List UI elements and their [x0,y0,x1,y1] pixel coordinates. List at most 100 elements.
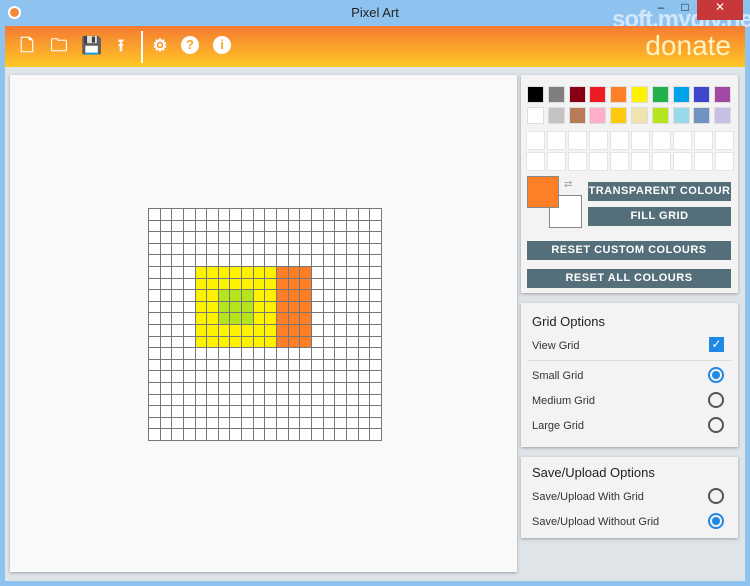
pixel-cell[interactable] [172,278,184,291]
foreground-colour-swatch[interactable] [527,176,559,208]
pixel-cell[interactable] [277,382,289,395]
save-with-grid-option[interactable]: Save/Upload With Grid [532,488,726,504]
pixel-grid[interactable] [148,208,382,441]
pixel-cell[interactable] [300,371,312,383]
pixel-cell[interactable] [160,336,173,349]
pixel-cell[interactable] [288,324,301,337]
pixel-cell[interactable] [230,232,243,244]
pixel-cell[interactable] [265,382,278,395]
pixel-cell[interactable] [253,324,266,337]
pixel-cell[interactable] [311,406,324,418]
pixel-cell[interactable] [335,301,347,314]
pixel-cell[interactable] [172,348,184,360]
pixel-cell[interactable] [335,336,347,349]
pixel-cell[interactable] [149,313,161,325]
pixel-cell[interactable] [172,371,184,383]
pixel-cell[interactable] [358,417,371,430]
colour-swatch[interactable] [610,107,628,124]
pixel-cell[interactable] [300,394,312,407]
pixel-cell[interactable] [288,382,301,395]
pixel-cell[interactable] [218,255,231,267]
pixel-cell[interactable] [183,394,196,407]
pixel-cell[interactable] [323,232,336,244]
pixel-cell[interactable] [230,371,243,383]
pixel-cell[interactable] [172,406,184,418]
pixel-cell[interactable] [230,394,243,407]
pixel-cell[interactable] [346,278,359,291]
pixel-cell[interactable] [370,255,382,267]
pixel-cell[interactable] [253,278,266,291]
pixel-cell[interactable] [207,278,219,291]
pixel-cell[interactable] [335,417,347,430]
custom-colour-slot[interactable] [547,152,566,171]
reset-custom-colours-button[interactable]: RESET CUSTOM COLOURS [527,241,731,260]
pixel-cell[interactable] [300,290,312,302]
pixel-cell[interactable] [288,232,301,244]
pixel-cell[interactable] [358,266,371,279]
transparent-colour-button[interactable]: TRANSPARENT COLOUR [588,182,731,201]
pixel-cell[interactable] [288,406,301,418]
pixel-cell[interactable] [160,313,173,325]
pixel-cell[interactable] [300,255,312,267]
custom-colour-slot[interactable] [526,131,545,150]
pixel-cell[interactable] [370,209,382,221]
large-grid-option[interactable]: Large Grid [532,417,726,433]
pixel-cell[interactable] [300,382,312,395]
pixel-cell[interactable] [277,232,289,244]
pixel-cell[interactable] [230,348,243,360]
view-grid-option[interactable]: View Grid ✓ [532,337,726,352]
pixel-cell[interactable] [183,359,196,372]
pixel-cell[interactable] [149,209,161,221]
pixel-cell[interactable] [207,394,219,407]
pixel-cell[interactable] [277,359,289,372]
pixel-cell[interactable] [358,301,371,314]
pixel-cell[interactable] [218,371,231,383]
pixel-cell[interactable] [160,406,173,418]
pixel-cell[interactable] [183,232,196,244]
pixel-cell[interactable] [300,278,312,291]
pixel-cell[interactable] [195,429,208,441]
upload-icon[interactable]: ⭱ [111,36,131,56]
donate-link[interactable]: donate [645,30,731,62]
pixel-cell[interactable] [149,255,161,267]
pixel-cell[interactable] [277,266,289,279]
pixel-cell[interactable] [311,313,324,325]
pixel-cell[interactable] [160,324,173,337]
pixel-cell[interactable] [149,394,161,407]
colour-swatch[interactable] [651,107,669,124]
pixel-cell[interactable] [230,313,243,325]
pixel-cell[interactable] [253,382,266,395]
pixel-cell[interactable] [183,406,196,418]
pixel-cell[interactable] [242,371,254,383]
pixel-cell[interactable] [300,324,312,337]
pixel-cell[interactable] [300,220,312,233]
pixel-cell[interactable] [218,232,231,244]
pixel-cell[interactable] [207,220,219,233]
pixel-cell[interactable] [288,243,301,256]
pixel-cell[interactable] [242,313,254,325]
pixel-cell[interactable] [242,255,254,267]
pixel-cell[interactable] [207,417,219,430]
pixel-cell[interactable] [149,232,161,244]
pixel-cell[interactable] [358,406,371,418]
pixel-cell[interactable] [183,417,196,430]
pixel-cell[interactable] [335,348,347,360]
pixel-cell[interactable] [160,359,173,372]
pixel-cell[interactable] [300,417,312,430]
pixel-cell[interactable] [335,290,347,302]
pixel-cell[interactable] [346,417,359,430]
pixel-cell[interactable] [311,371,324,383]
pixel-cell[interactable] [253,209,266,221]
pixel-cell[interactable] [218,266,231,279]
pixel-cell[interactable] [160,266,173,279]
pixel-cell[interactable] [195,417,208,430]
pixel-cell[interactable] [288,429,301,441]
pixel-cell[interactable] [370,278,382,291]
pixel-cell[interactable] [323,266,336,279]
pixel-cell[interactable] [346,371,359,383]
pixel-cell[interactable] [230,220,243,233]
pixel-cell[interactable] [218,429,231,441]
pixel-cell[interactable] [311,266,324,279]
pixel-cell[interactable] [183,255,196,267]
pixel-cell[interactable] [265,255,278,267]
